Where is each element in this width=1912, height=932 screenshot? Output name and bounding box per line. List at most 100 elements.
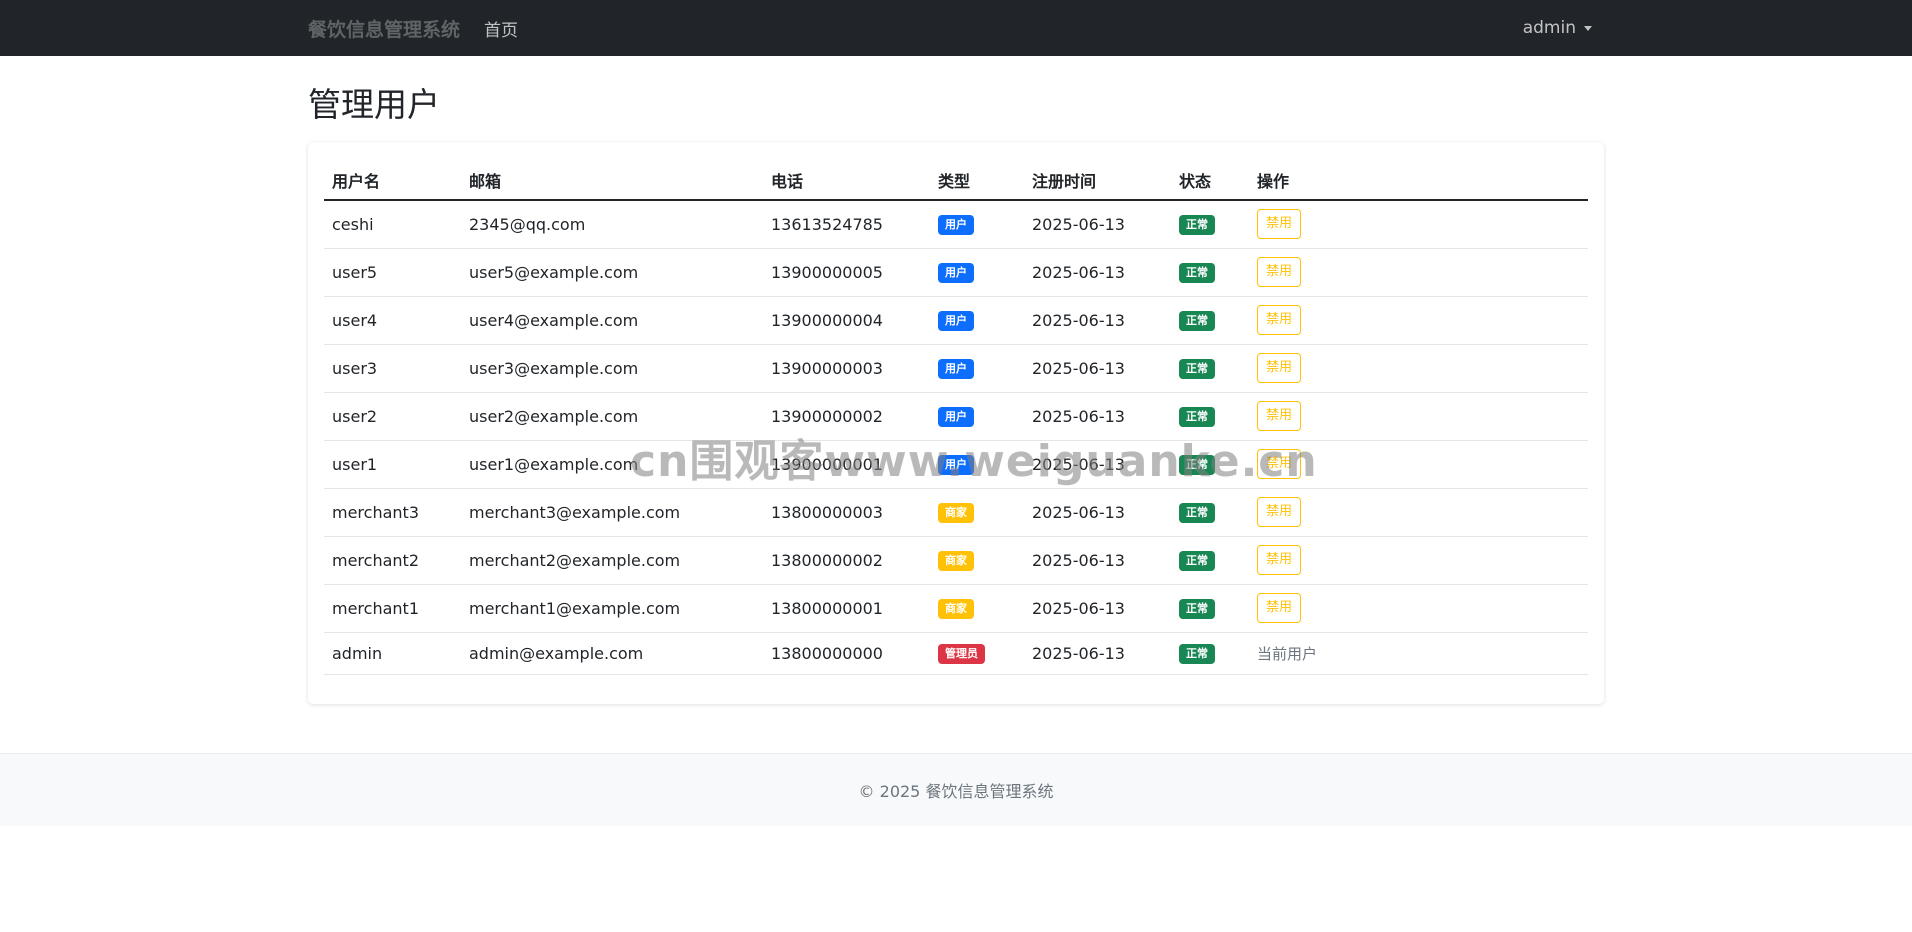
cell-type: 商家 [930,488,1024,537]
table-row: ceshi 2345@qq.com 13613524785 用户 2025-06-13 正… [324,200,1588,249]
cell-username: merchant1 [324,584,461,633]
cell-type: 用户 [930,296,1024,345]
user-name: admin [1522,18,1576,38]
table-header-row: 用户名 邮箱 电话 类型 注册时间 状态 操作 [324,160,1588,201]
cell-username: user1 [324,440,461,489]
cell-email: merchant2@example.com [461,536,763,585]
type-badge: 商家 [938,551,974,571]
cell-username: user4 [324,296,461,345]
table-row: user5 user5@example.com 13900000005 用户 2025-… [324,248,1588,297]
disable-user-button[interactable]: 禁用 [1257,593,1302,623]
status-badge: 正常 [1179,551,1215,571]
cell-status: 正常 [1171,200,1249,249]
status-badge: 正常 [1179,263,1215,283]
cell-phone: 13800000003 [763,488,930,537]
cell-action: 禁用 [1249,584,1588,633]
users-table: 用户名 邮箱 电话 类型 注册时间 状态 操作 ceshi 2345@qq.com… [324,160,1588,675]
cell-status: 正常 [1171,584,1249,633]
table-row: merchant2 merchant2@example.com 1380000000… [324,536,1588,585]
header-phone: 电话 [763,160,930,201]
footer: © 2025 餐饮信息管理系统 [0,753,1912,826]
users-card: 用户名 邮箱 电话 类型 注册时间 状态 操作 ceshi 2345@qq.com… [308,142,1604,704]
cell-status: 正常 [1171,632,1249,675]
cell-phone: 13800000002 [763,536,930,585]
current-user-label: 当前用户 [1257,644,1318,663]
disable-user-button[interactable]: 禁用 [1257,209,1302,240]
status-badge: 正常 [1179,644,1215,664]
cell-username: user5 [324,248,461,297]
cell-status: 正常 [1171,296,1249,345]
cell-action: 禁用 [1249,296,1588,345]
disable-user-button[interactable]: 禁用 [1257,545,1302,575]
page-title: 管理用户 [308,85,440,124]
type-badge: 商家 [938,503,974,523]
cell-email: 2345@qq.com [461,200,763,249]
cell-email: user3@example.com [461,344,763,393]
cell-username: user2 [324,392,461,441]
cell-email: admin@example.com [461,632,763,675]
cell-action: 当前用户 [1249,632,1588,675]
cell-username: ceshi [324,200,461,249]
cell-register-date: 2025-06-13 [1024,584,1171,633]
type-badge: 用户 [938,407,974,427]
status-badge: 正常 [1179,215,1215,236]
cell-type: 商家 [930,536,1024,585]
cell-register-date: 2025-06-13 [1024,200,1171,249]
cell-phone: 13613524785 [763,200,930,249]
cell-phone: 13800000000 [763,632,930,675]
cell-phone: 13900000004 [763,296,930,345]
cell-action: 禁用 [1249,344,1588,393]
cell-register-date: 2025-06-13 [1024,344,1171,393]
cell-register-date: 2025-06-13 [1024,536,1171,585]
navbar-container: 餐饮信息管理系统 首页 admin [308,0,1604,56]
brand-logo[interactable]: 餐饮信息管理系统 [308,15,460,42]
header-username: 用户名 [324,160,461,201]
cell-username: admin [324,632,461,675]
footer-copyright: © 2025 餐饮信息管理系统 [858,782,1054,801]
table-row: user3 user3@example.com 13900000003 用户 2025-… [324,344,1588,393]
cell-action: 禁用 [1249,200,1588,249]
header-email: 邮箱 [461,160,763,201]
table-row: user4 user4@example.com 13900000004 用户 2025-… [324,296,1588,345]
cell-status: 正常 [1171,344,1249,393]
user-dropdown[interactable]: admin [1523,0,1592,56]
table-row: merchant3 merchant3@example.com 1380000000… [324,488,1588,537]
cell-status: 正常 [1171,536,1249,585]
cell-status: 正常 [1171,488,1249,537]
cell-email: merchant1@example.com [461,584,763,633]
cell-action: 禁用 [1249,536,1588,585]
disable-user-button[interactable]: 禁用 [1257,497,1302,527]
disable-user-button[interactable]: 禁用 [1257,305,1302,335]
cell-phone: 13800000001 [763,584,930,633]
cell-type: 用户 [930,248,1024,297]
cell-email: user4@example.com [461,296,763,345]
cell-type: 用户 [930,200,1024,249]
cell-register-date: 2025-06-13 [1024,488,1171,537]
type-badge: 管理员 [938,644,985,664]
status-badge: 正常 [1179,311,1215,331]
cell-phone: 13900000005 [763,248,930,297]
status-badge: 正常 [1179,407,1215,427]
cell-username: merchant2 [324,536,461,585]
table-row: merchant1 merchant1@example.com 1380000000… [324,584,1588,633]
nav-home-link[interactable]: 首页 [484,16,518,41]
watermark-text: cn围观客www.weiguanke.cn [630,436,1318,487]
cell-type: 商家 [930,584,1024,633]
header-register-date: 注册时间 [1024,160,1171,201]
cell-register-date: 2025-06-13 [1024,632,1171,675]
header-status: 状态 [1171,160,1249,201]
type-badge: 商家 [938,599,974,619]
cell-username: user3 [324,344,461,393]
header-type: 类型 [930,160,1024,201]
type-badge: 用户 [938,359,974,379]
cell-email: merchant3@example.com [461,488,763,537]
type-badge: 用户 [938,311,974,331]
cell-action: 禁用 [1249,488,1588,537]
table-row: admin admin@example.com 13800000000 管理员 2025… [324,632,1588,675]
top-navbar: 餐饮信息管理系统 首页 admin [0,0,1912,56]
disable-user-button[interactable]: 禁用 [1257,353,1302,383]
cell-register-date: 2025-06-13 [1024,296,1171,345]
status-badge: 正常 [1179,503,1215,523]
disable-user-button[interactable]: 禁用 [1257,257,1302,287]
type-badge: 用户 [938,263,974,283]
